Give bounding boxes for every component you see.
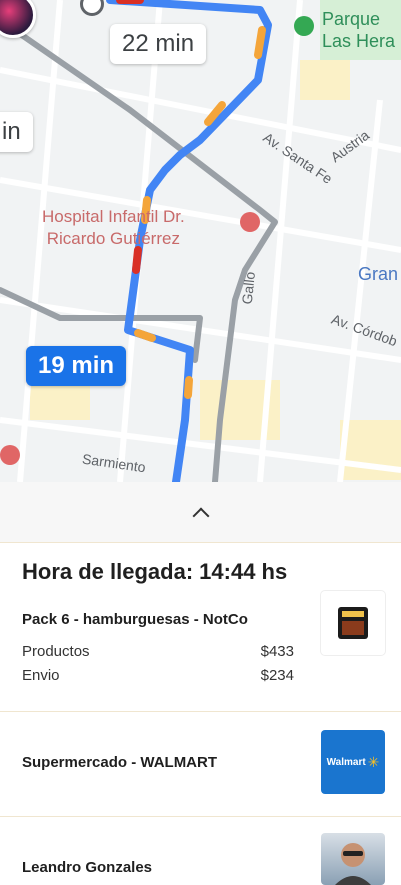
arrival-time: 14:44 hs xyxy=(199,559,288,584)
chevron-up-icon[interactable] xyxy=(192,507,209,525)
detail-row: Envio $234 xyxy=(22,664,294,688)
street-label-gallo: Gallo xyxy=(238,270,259,306)
eta-alternate-bubble[interactable]: 22 min xyxy=(110,24,207,64)
walmart-logo[interactable]: Walmart ✳ xyxy=(321,730,385,794)
order-item[interactable]: Supermercado - WALMART Walmart ✳ xyxy=(0,712,401,817)
person-photo xyxy=(335,843,371,885)
street-label-gran: Gran xyxy=(358,264,399,284)
arrival-time-heading: Hora de llegada: 14:44 hs xyxy=(22,559,379,585)
detail-label: Productos xyxy=(22,643,90,660)
eta-primary-bubble[interactable]: 19 min xyxy=(26,346,127,386)
detail-row: Productos $433 xyxy=(22,640,294,664)
walmart-logo-text: Walmart xyxy=(326,756,366,768)
arrival-label: Hora de llegada: xyxy=(22,559,194,584)
eta-partial-bubble[interactable]: in xyxy=(0,112,33,152)
burger-package-image xyxy=(338,607,368,639)
order-item[interactable]: Leandro Gonzales xyxy=(0,817,401,885)
detail-value: $234 xyxy=(260,667,294,684)
hospital-label: Hospital Infantil Dr. Ricardo Gutiérrez xyxy=(42,207,185,248)
sheet-handle[interactable] xyxy=(0,482,401,543)
park-label: Parque Las Hera xyxy=(322,9,396,51)
person-avatar[interactable] xyxy=(321,833,385,885)
detail-label: Envio xyxy=(22,667,60,684)
bottom-sheet: Hora de llegada: 14:44 hs Pack 6 - hambu… xyxy=(0,482,401,885)
map-view[interactable]: 22 min in 19 min Hospital Infantil Dr. R… xyxy=(0,0,401,482)
spark-icon: ✳ xyxy=(367,753,380,770)
order-item[interactable]: Pack 6 - hamburguesas - NotCo Productos … xyxy=(0,591,401,712)
product-thumbnail[interactable] xyxy=(321,591,385,655)
detail-value: $433 xyxy=(260,643,294,660)
